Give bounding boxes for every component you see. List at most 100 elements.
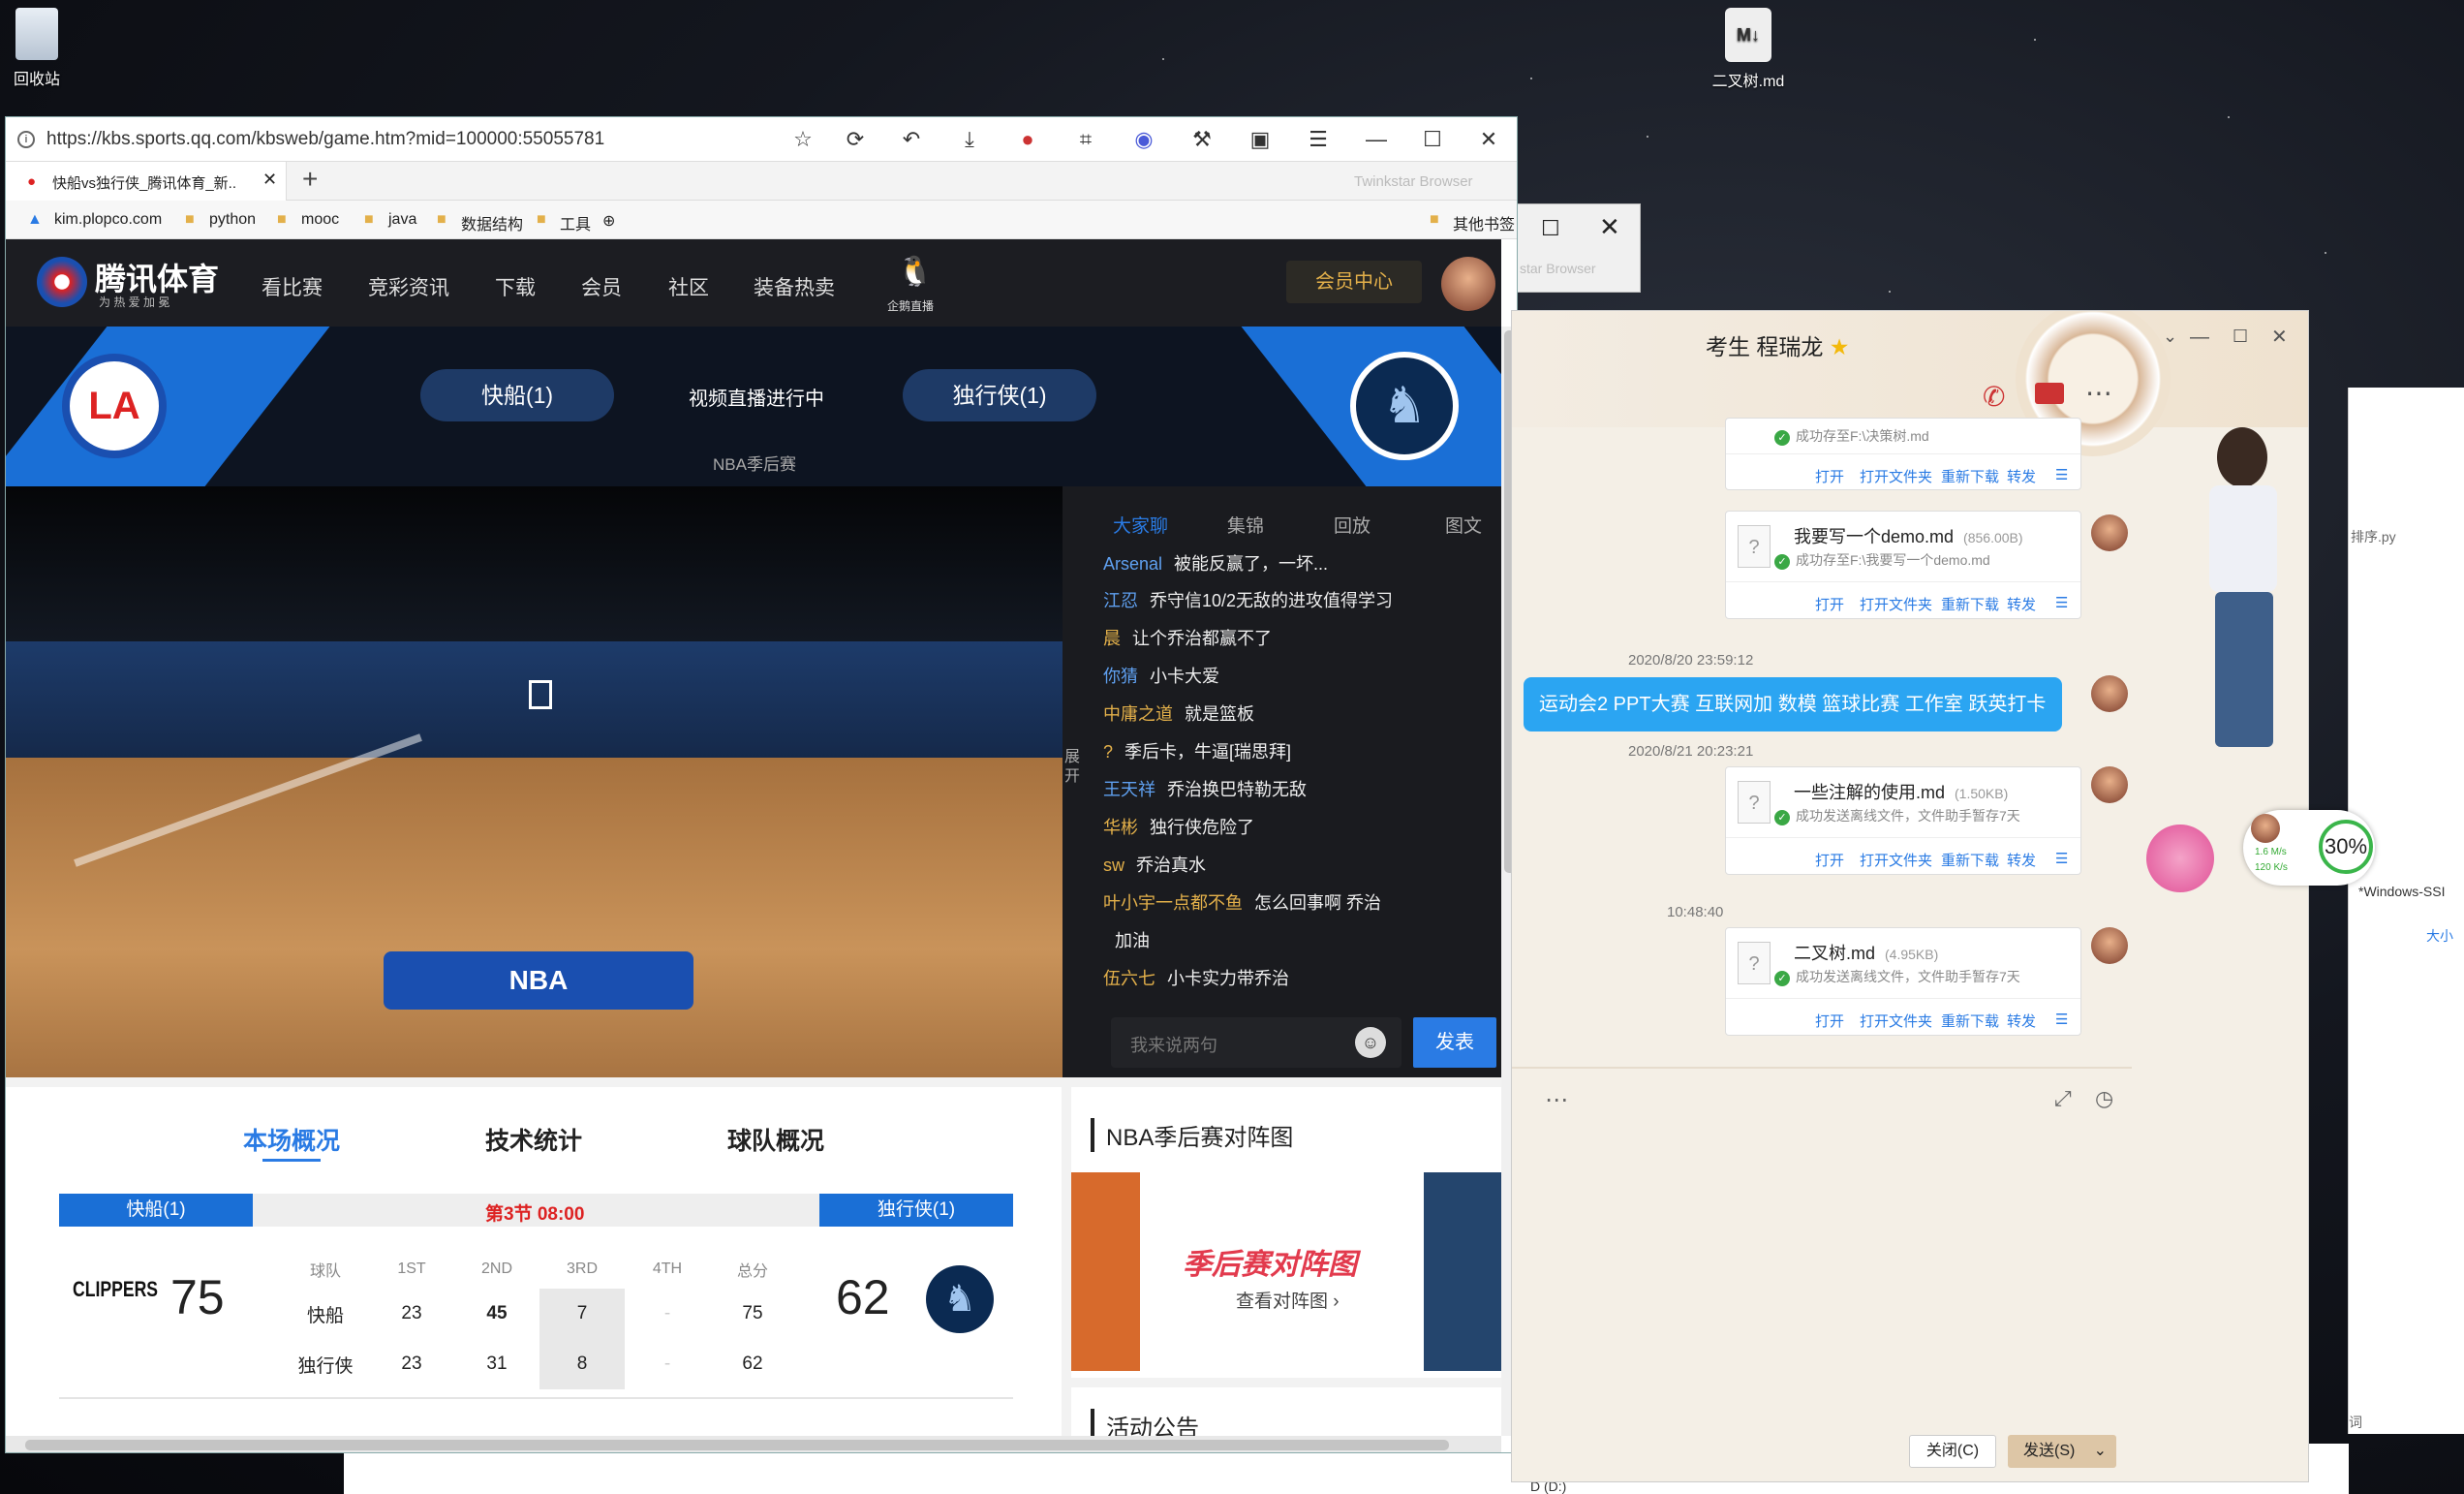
menu-icon[interactable]: ☰ bbox=[1306, 127, 1331, 152]
more-tools-icon[interactable]: ⋯ bbox=[1545, 1086, 1568, 1114]
star-icon[interactable]: ☆ bbox=[790, 127, 816, 152]
message-input[interactable] bbox=[1512, 1115, 2132, 1386]
phone-icon[interactable]: ✆ bbox=[1983, 381, 2005, 413]
menu-icon[interactable]: ☰ bbox=[2055, 594, 2068, 611]
tools-icon[interactable]: ⚒ bbox=[1189, 127, 1215, 152]
nav-item[interactable]: 社区 bbox=[668, 272, 709, 301]
bookmark-folder[interactable]: python bbox=[209, 211, 256, 229]
forward-link[interactable]: 转发 bbox=[2007, 466, 2036, 486]
sender-avatar[interactable] bbox=[2091, 514, 2128, 551]
chat-tab[interactable]: 回放 bbox=[1334, 512, 1371, 538]
stats-tab-active[interactable]: 本场概况 bbox=[243, 1122, 340, 1157]
bookmark-folder[interactable]: java bbox=[388, 211, 416, 229]
video-call-icon[interactable] bbox=[2035, 383, 2064, 404]
open-folder-link[interactable]: 打开文件夹 bbox=[1860, 850, 1932, 870]
download-icon[interactable]: ⤓ bbox=[957, 127, 982, 152]
undo-icon[interactable]: ↶ bbox=[899, 127, 924, 152]
close-icon[interactable]: ✕ bbox=[1476, 127, 1501, 152]
desktop-icon-markdown[interactable]: M↓ 二叉树.md bbox=[1690, 8, 1806, 91]
redownload-link[interactable]: 重新下载 bbox=[1941, 850, 1999, 870]
bracket-link[interactable]: 查看对阵图 › bbox=[1236, 1287, 1340, 1313]
screenshot-icon[interactable]: ▣ bbox=[1247, 127, 1273, 152]
open-link[interactable]: 打开 bbox=[1815, 1011, 1844, 1031]
menu-icon[interactable]: ☰ bbox=[2055, 1011, 2068, 1028]
sender-avatar[interactable] bbox=[2091, 675, 2128, 712]
live-label[interactable]: 企鹅直播 bbox=[887, 297, 934, 314]
menu-icon[interactable]: ☰ bbox=[2055, 466, 2068, 483]
chevron-down-icon[interactable]: ⌄ bbox=[2094, 1435, 2107, 1468]
chat-tab[interactable]: 大家聊 bbox=[1113, 512, 1168, 538]
open-folder-link[interactable]: 打开文件夹 bbox=[1860, 466, 1932, 486]
chevron-down-icon[interactable]: ⌄ bbox=[2163, 327, 2177, 347]
new-tab-icon[interactable]: + bbox=[302, 164, 318, 195]
open-folder-link[interactable]: 打开文件夹 bbox=[1860, 594, 1932, 614]
bracket-banner[interactable]: 季后赛对阵图 查看对阵图 › bbox=[1071, 1172, 1501, 1371]
stats-tab[interactable]: 球队概况 bbox=[727, 1122, 824, 1157]
tab-active[interactable]: ● 快船vs独行侠_腾讯体育_新... ✕ bbox=[6, 162, 287, 201]
open-folder-link[interactable]: 打开文件夹 bbox=[1860, 1011, 1932, 1031]
forward-link[interactable]: 转发 bbox=[2007, 594, 2036, 614]
expand-toggle[interactable]: 展开 bbox=[1064, 748, 1080, 787]
close-icon[interactable]: ✕ bbox=[2271, 325, 2288, 349]
minimize-icon[interactable]: — bbox=[1364, 127, 1389, 152]
nav-item[interactable]: 看比赛 bbox=[262, 272, 323, 301]
info-icon[interactable]: i bbox=[17, 131, 35, 148]
maximize-icon[interactable]: ☐ bbox=[1420, 127, 1445, 152]
forward-link[interactable]: 转发 bbox=[2007, 1011, 2036, 1031]
url-field[interactable]: https://kbs.sports.qq.com/kbsweb/game.ht… bbox=[46, 129, 604, 150]
nav-item[interactable]: 装备热卖 bbox=[754, 272, 835, 301]
away-team-pill[interactable]: 独行侠(1) bbox=[903, 369, 1096, 421]
bookmark-folder[interactable]: 数据结构 bbox=[461, 211, 523, 234]
open-link[interactable]: 打开 bbox=[1815, 466, 1844, 486]
chat-tab[interactable]: 集锦 bbox=[1227, 512, 1264, 538]
file-name[interactable]: 一些注解的使用.md (1.50KB) bbox=[1794, 779, 2008, 804]
history-icon[interactable]: ◷ bbox=[2095, 1086, 2113, 1111]
bookmark-folder[interactable]: mooc bbox=[301, 211, 339, 229]
post-button[interactable]: 发表 bbox=[1413, 1017, 1496, 1068]
forward-link[interactable]: 转发 bbox=[2007, 850, 2036, 870]
redownload-link[interactable]: 重新下载 bbox=[1941, 1011, 1999, 1031]
shield-icon[interactable]: ◉ bbox=[1131, 127, 1156, 152]
extension-icon[interactable]: ● bbox=[1015, 127, 1040, 152]
close-icon[interactable]: ✕ bbox=[1599, 212, 1620, 242]
maximize-icon[interactable]: ☐ bbox=[1541, 216, 1560, 241]
refresh-icon[interactable]: ⟳ bbox=[843, 127, 868, 152]
nav-item[interactable]: 下载 bbox=[495, 272, 536, 301]
expand-icon[interactable]: ⤢ bbox=[2054, 1086, 2072, 1111]
menu-icon[interactable]: ☰ bbox=[2055, 850, 2068, 867]
minimize-icon[interactable]: — bbox=[2190, 327, 2209, 349]
member-center-button[interactable]: 会员中心 bbox=[1286, 261, 1422, 303]
desktop-icon-recycle-bin[interactable]: 回收站 bbox=[0, 8, 95, 89]
sender-avatar[interactable] bbox=[2091, 927, 2128, 964]
user-avatar[interactable] bbox=[1441, 257, 1495, 311]
nav-item[interactable]: 竞彩资讯 bbox=[368, 272, 449, 301]
scrollbar-thumb[interactable] bbox=[25, 1440, 1449, 1450]
network-speed-widget[interactable]: 1.6 M/s 120 K/s 30% bbox=[2243, 810, 2375, 886]
home-team-pill[interactable]: 快船(1) bbox=[420, 369, 614, 421]
chat-tab[interactable]: 图文 bbox=[1445, 512, 1482, 538]
emoji-icon[interactable]: ☺ bbox=[1355, 1027, 1386, 1058]
maximize-icon[interactable]: ☐ bbox=[2233, 327, 2248, 347]
send-button[interactable]: 发送(S) ⌄ bbox=[2008, 1435, 2116, 1468]
more-icon[interactable]: ⋯ bbox=[2085, 377, 2112, 409]
penguin-icon[interactable]: 🐧 bbox=[897, 255, 933, 289]
bookmark-folder[interactable]: 工具 bbox=[560, 211, 591, 234]
file-name[interactable]: 二叉树.md (4.95KB) bbox=[1794, 940, 1938, 965]
stats-tab[interactable]: 技术统计 bbox=[485, 1122, 582, 1157]
nav-item[interactable]: 会员 bbox=[581, 272, 622, 301]
tab-close-icon[interactable]: ✕ bbox=[262, 170, 277, 190]
message-bubble[interactable]: 运动会2 PPT大赛 互联网加 数模 篮球比赛 工作室 跃英打卡 bbox=[1524, 677, 2062, 731]
redownload-link[interactable]: 重新下载 bbox=[1941, 594, 1999, 614]
live-video[interactable]: NBA bbox=[6, 486, 1063, 1077]
crop-icon[interactable]: ⌗ bbox=[1073, 127, 1098, 152]
other-bookmarks[interactable]: 其他书签 bbox=[1453, 211, 1515, 234]
close-button[interactable]: 关闭(C) bbox=[1909, 1435, 1996, 1468]
contact-name[interactable]: 考生 程瑞龙 ★ bbox=[1706, 328, 1849, 361]
horizontal-scrollbar[interactable] bbox=[6, 1436, 1501, 1452]
sender-avatar[interactable] bbox=[2091, 766, 2128, 803]
redownload-link[interactable]: 重新下载 bbox=[1941, 466, 1999, 486]
open-link[interactable]: 打开 bbox=[1815, 594, 1844, 614]
bookmark-item[interactable]: kim.plopco.com bbox=[54, 211, 162, 229]
chat-input[interactable]: 我来说两句 ☺ bbox=[1111, 1017, 1401, 1068]
open-link[interactable]: 打开 bbox=[1815, 850, 1844, 870]
